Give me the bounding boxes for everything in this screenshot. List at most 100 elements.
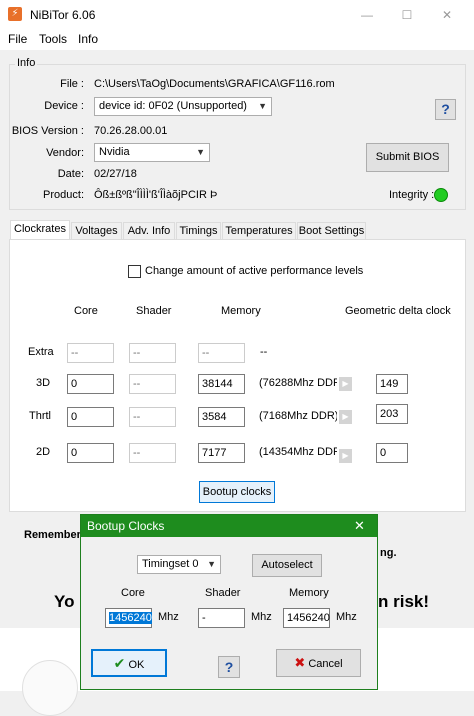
3d-memory-input[interactable]: 38144 — [198, 374, 245, 394]
remember-text-tail: ng. — [380, 547, 397, 559]
thrtl-delta-input[interactable]: 203 — [376, 404, 408, 424]
help-button[interactable]: ? — [435, 99, 456, 120]
vendor-label: Vendor: — [46, 147, 84, 159]
dialog-title: Bootup Clocks — [87, 519, 165, 533]
title-bar: ⚡ NiBiTor 6.06 — ☐ ✕ — [0, 0, 474, 30]
remember-text: Remember — [24, 529, 81, 541]
device-label: Device : — [44, 100, 84, 112]
2d-memory-input[interactable]: 7177 — [198, 443, 245, 463]
dialog-help-button[interactable]: ? — [218, 656, 240, 678]
warning-text-left: Yo — [54, 592, 75, 611]
thrtl-arrow-right-icon[interactable]: ▶ — [339, 410, 352, 424]
file-label: File : — [60, 78, 84, 90]
app-icon: ⚡ — [8, 7, 22, 21]
maximize-icon[interactable]: ☐ — [392, 4, 422, 26]
device-select[interactable]: device id: 0F02 (Unsupported) ▼ — [94, 97, 272, 116]
autoselect-button[interactable]: Autoselect — [252, 554, 322, 577]
extra-core-input[interactable]: -- — [67, 343, 114, 363]
2d-core-input[interactable]: 0 — [67, 443, 114, 463]
file-path: C:\Users\TaOg\Documents\GRAFICA\GF116.ro… — [94, 78, 335, 90]
timingset-select-value: Timingset 0 — [142, 558, 199, 570]
dialog-core-unit: Mhz — [158, 611, 179, 623]
minimize-icon[interactable]: — — [352, 4, 382, 26]
timingset-select[interactable]: Timingset 0 ▼ — [137, 555, 221, 574]
dialog-shader-input[interactable]: - — [198, 608, 245, 628]
cancel-button-label: Cancel — [308, 658, 343, 670]
3d-ddr-text: (76288Mhz DDR — [259, 377, 337, 389]
dialog-title-bar: Bootup Clocks — [81, 515, 377, 537]
vendor-select-value: Nvidia — [99, 146, 130, 158]
dialog-core-input[interactable]: 1456240 — [105, 608, 152, 628]
integrity-status-icon — [434, 188, 448, 202]
3d-shader-input[interactable]: -- — [129, 374, 176, 394]
2d-delta-input[interactable]: 0 — [376, 443, 408, 463]
menu-bar: File Tools Info — [0, 30, 474, 50]
tab-boot-settings[interactable]: Boot Settings — [297, 222, 366, 240]
product-label: Product: — [43, 189, 84, 201]
close-icon[interactable]: ✕ — [432, 4, 462, 26]
dialog-core-label: Core — [121, 587, 145, 599]
integrity-label: Integrity : — [389, 189, 435, 201]
device-select-value: device id: 0F02 (Unsupported) — [99, 100, 247, 112]
extra-ddr-text: -- — [260, 346, 268, 358]
2d-arrow-right-icon[interactable]: ▶ — [339, 449, 352, 463]
warning-text-right: n risk! — [378, 592, 430, 611]
desktop-circle-icon — [22, 660, 78, 716]
menu-tools[interactable]: Tools — [39, 32, 67, 46]
ok-button[interactable]: ✔ OK — [91, 649, 167, 677]
change-levels-label: Change amount of active performance leve… — [145, 265, 364, 277]
window-title: NiBiTor 6.06 — [30, 8, 96, 22]
bootup-clocks-button[interactable]: Bootup clocks — [199, 481, 275, 503]
tab-timings[interactable]: Timings — [176, 222, 221, 240]
date-value: 02/27/18 — [94, 168, 137, 180]
3d-core-input[interactable]: 0 — [67, 374, 114, 394]
ok-button-label: OK — [128, 659, 145, 671]
chevron-down-icon: ▼ — [207, 559, 216, 569]
thrtl-shader-input[interactable]: -- — [129, 407, 176, 427]
shader-header: Shader — [136, 305, 172, 317]
vendor-select[interactable]: Nvidia ▼ — [94, 143, 210, 162]
dialog-close-icon[interactable]: ✕ — [354, 518, 365, 534]
extra-memory-input[interactable]: -- — [198, 343, 245, 363]
thrtl-memory-input[interactable]: 3584 — [198, 407, 245, 427]
thrtl-ddr-text: (7168Mhz DDR) — [259, 410, 337, 422]
tab-clockrates[interactable]: Clockrates — [10, 220, 70, 240]
row-label-thrtl: Thrtl — [29, 410, 51, 422]
bios-version-label: BIOS Version : — [11, 125, 84, 137]
row-label-extra: Extra — [28, 346, 54, 358]
row-label-3d: 3D — [36, 377, 51, 389]
2d-shader-input[interactable]: -- — [129, 443, 176, 463]
tab-voltages[interactable]: Voltages — [71, 222, 122, 240]
date-label: Date: — [57, 168, 84, 180]
delta-header: Geometric delta clock — [345, 305, 451, 317]
menu-info[interactable]: Info — [78, 32, 98, 46]
bios-version-value: 70.26.28.00.01 — [94, 125, 168, 137]
cancel-button[interactable]: ✖ Cancel — [276, 649, 361, 677]
dialog-memory-unit: Mhz — [336, 611, 357, 623]
submit-bios-button[interactable]: Submit BIOS — [366, 143, 449, 172]
info-group-label: Info — [15, 57, 38, 69]
row-label-2d: 2D — [36, 446, 51, 458]
checkmark-icon: ✔ — [113, 655, 126, 671]
menu-file[interactable]: File — [8, 32, 27, 46]
dialog-shader-label: Shader — [205, 587, 241, 599]
chevron-down-icon: ▼ — [196, 147, 205, 157]
extra-shader-input[interactable]: -- — [129, 343, 176, 363]
cancel-x-icon: ✖ — [294, 655, 306, 670]
core-header: Core — [74, 305, 98, 317]
dialog-memory-label: Memory — [289, 587, 329, 599]
thrtl-core-input[interactable]: 0 — [67, 407, 114, 427]
change-levels-checkbox[interactable] — [128, 265, 141, 278]
bootup-clocks-dialog: Bootup Clocks ✕ Timingset 0 ▼ Autoselect… — [80, 514, 378, 690]
dialog-memory-input[interactable]: 1456240 — [283, 608, 330, 628]
tab-temperatures[interactable]: Temperatures — [222, 222, 296, 240]
chevron-down-icon: ▼ — [258, 101, 267, 111]
3d-arrow-right-icon[interactable]: ▶ — [339, 377, 352, 391]
dialog-core-value: 1456240 — [109, 612, 152, 624]
dialog-shader-unit: Mhz — [251, 611, 272, 623]
tab-adv-info[interactable]: Adv. Info — [123, 222, 175, 240]
2d-ddr-text: (14354Mhz DDR — [259, 446, 337, 458]
product-value: Ôß±ßºß"ÎÌÌÌ'ß'ÎÌàõjPCIR Þ — [94, 189, 218, 201]
memory-header: Memory — [221, 305, 261, 317]
3d-delta-input[interactable]: 149 — [376, 374, 408, 394]
